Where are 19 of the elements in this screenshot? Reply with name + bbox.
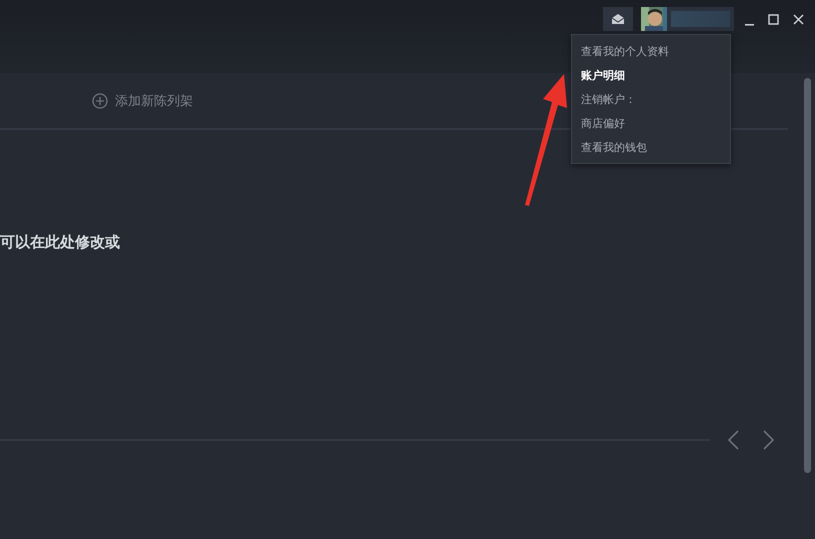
maximize-icon <box>768 14 779 24</box>
menu-item[interactable]: 查看我的个人资料 <box>572 39 730 63</box>
menu-item[interactable]: 账户明细 <box>572 63 730 87</box>
next-button[interactable] <box>762 430 776 450</box>
mail-button[interactable] <box>603 7 633 31</box>
chevron-right-icon <box>762 430 776 450</box>
menu-item[interactable]: 商店偏好 <box>572 111 730 135</box>
plus-circle-icon <box>92 92 108 108</box>
minimize-icon <box>745 24 754 26</box>
chevron-left-icon <box>726 430 740 450</box>
user-button[interactable] <box>641 7 734 31</box>
envelope-icon <box>611 13 625 25</box>
info-text: 可以在此处修改或 <box>0 233 121 252</box>
close-icon <box>793 14 804 24</box>
menu-item[interactable]: 注销帐户： <box>572 87 730 111</box>
previous-button[interactable] <box>726 430 740 450</box>
menu-item[interactable]: 查看我的钱包 <box>572 135 730 159</box>
scrollbar-thumb[interactable] <box>804 78 811 473</box>
add-shelf-button[interactable]: 添加新陈列架 <box>92 92 193 110</box>
